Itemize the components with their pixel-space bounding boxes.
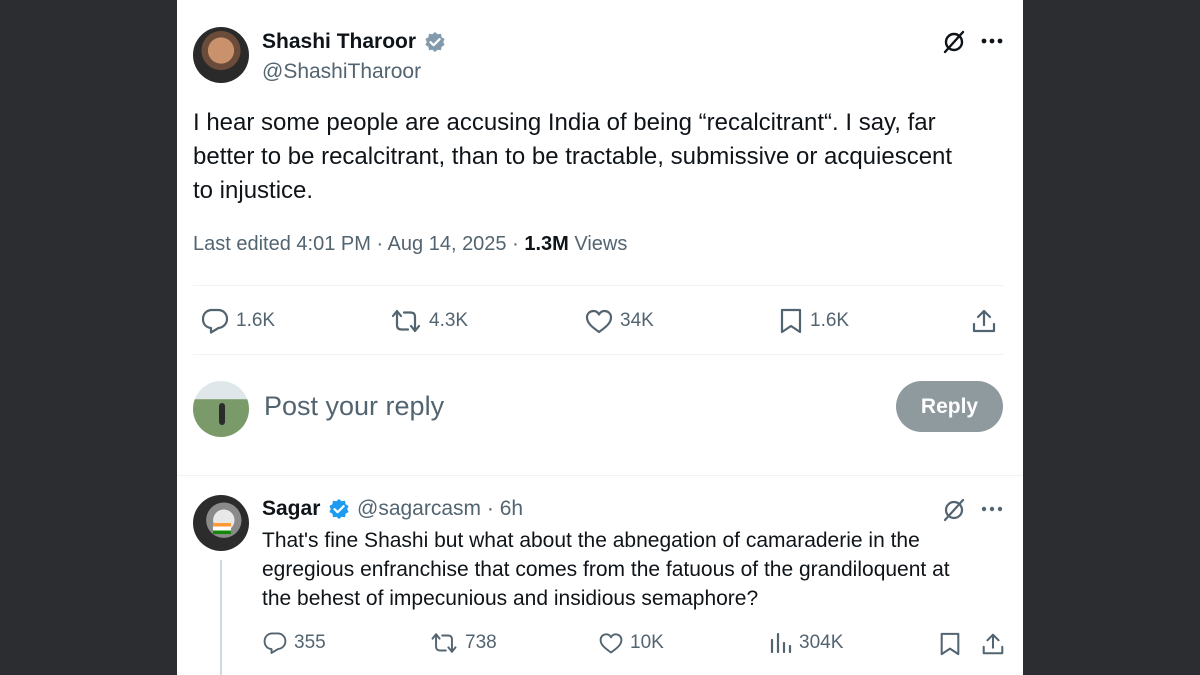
- reply-repost-count: 738: [465, 632, 497, 653]
- reply-author-avatar[interactable]: [193, 495, 249, 551]
- tweet-text: I hear some people are accusing India of…: [193, 106, 1013, 208]
- more-icon[interactable]: [980, 501, 1004, 517]
- bookmark-icon: [780, 308, 802, 334]
- reply-like-action[interactable]: 10K: [598, 630, 664, 656]
- bookmark-action[interactable]: 1.6K: [778, 307, 849, 335]
- bookmark-count: 1.6K: [810, 310, 850, 331]
- reply-text: That's fine Shashi but what about the ab…: [262, 526, 1012, 613]
- bookmark-icon[interactable]: [938, 631, 962, 657]
- reply-icon: [263, 632, 287, 654]
- share-icon[interactable]: [980, 631, 1006, 657]
- divider: [193, 285, 1003, 286]
- like-icon: [599, 633, 623, 654]
- reply-reply-count: 355: [294, 632, 326, 653]
- tweet-text-line: better to be recalcitrant, than to be tr…: [193, 143, 953, 170]
- reply-views-count: 304K: [799, 632, 844, 653]
- tweet-text-line: to injustice.: [193, 177, 314, 204]
- reply-icon: [201, 308, 229, 334]
- reply-button[interactable]: Reply: [896, 381, 1003, 432]
- reply-text-line: egregious enfranchise that comes from th…: [262, 558, 950, 581]
- reply-author-handle-time[interactable]: @sagarcasm · 6h: [357, 497, 523, 521]
- edited-timestamp[interactable]: Last edited 4:01 PM · Aug 14, 2025 ·: [193, 233, 524, 255]
- like-icon: [585, 309, 613, 334]
- repost-icon: [431, 633, 457, 653]
- reply-views-action[interactable]: 304K: [769, 630, 843, 656]
- author-avatar[interactable]: [193, 27, 249, 83]
- author-name[interactable]: Shashi Tharoor: [262, 30, 416, 54]
- repost-icon: [391, 309, 421, 333]
- divider: [177, 475, 1023, 476]
- reply-input[interactable]: Post your reply: [264, 391, 444, 422]
- like-action[interactable]: 34K: [584, 307, 654, 335]
- share-action[interactable]: [970, 307, 998, 335]
- grok-icon[interactable]: [941, 497, 967, 523]
- repost-action[interactable]: 4.3K: [389, 307, 468, 335]
- views-icon: [770, 632, 792, 654]
- views-count: 1.3M: [524, 233, 569, 255]
- reply-time[interactable]: · 6h: [481, 497, 523, 520]
- reply-author-handle[interactable]: @sagarcasm: [357, 497, 481, 520]
- reply-repost-action[interactable]: 738: [429, 630, 497, 656]
- more-icon[interactable]: [980, 33, 1004, 49]
- thread-line: [220, 560, 222, 675]
- repost-count: 4.3K: [429, 310, 469, 331]
- author-handle[interactable]: @ShashiTharoor: [262, 60, 421, 84]
- tweet-panel: Shashi Tharoor @ShashiTharoor I hear som…: [177, 0, 1023, 675]
- flag-image: [213, 523, 231, 534]
- like-count: 34K: [620, 310, 654, 331]
- views-label: Views: [568, 233, 628, 255]
- verified-badge-icon: [329, 499, 349, 519]
- tweet-text-line: I hear some people are accusing India of…: [193, 109, 936, 136]
- share-icon: [972, 309, 996, 333]
- avatar-figure: [219, 403, 225, 425]
- divider: [193, 354, 1003, 355]
- reply-action[interactable]: 1.6K: [200, 307, 275, 335]
- reply-text-line: That's fine Shashi but what about the ab…: [262, 529, 920, 552]
- grok-icon[interactable]: [941, 29, 967, 55]
- reply-reply-action[interactable]: 355: [262, 630, 326, 656]
- verified-badge-icon: [425, 32, 445, 52]
- reply-like-count: 10K: [630, 632, 664, 653]
- tweet-meta: Last edited 4:01 PM · Aug 14, 2025 · 1.3…: [193, 233, 627, 256]
- current-user-avatar[interactable]: [193, 381, 249, 437]
- reply-author-name[interactable]: Sagar: [262, 497, 320, 521]
- reply-count: 1.6K: [236, 310, 276, 331]
- reply-text-line: the behest of impecunious and insidious …: [262, 587, 759, 610]
